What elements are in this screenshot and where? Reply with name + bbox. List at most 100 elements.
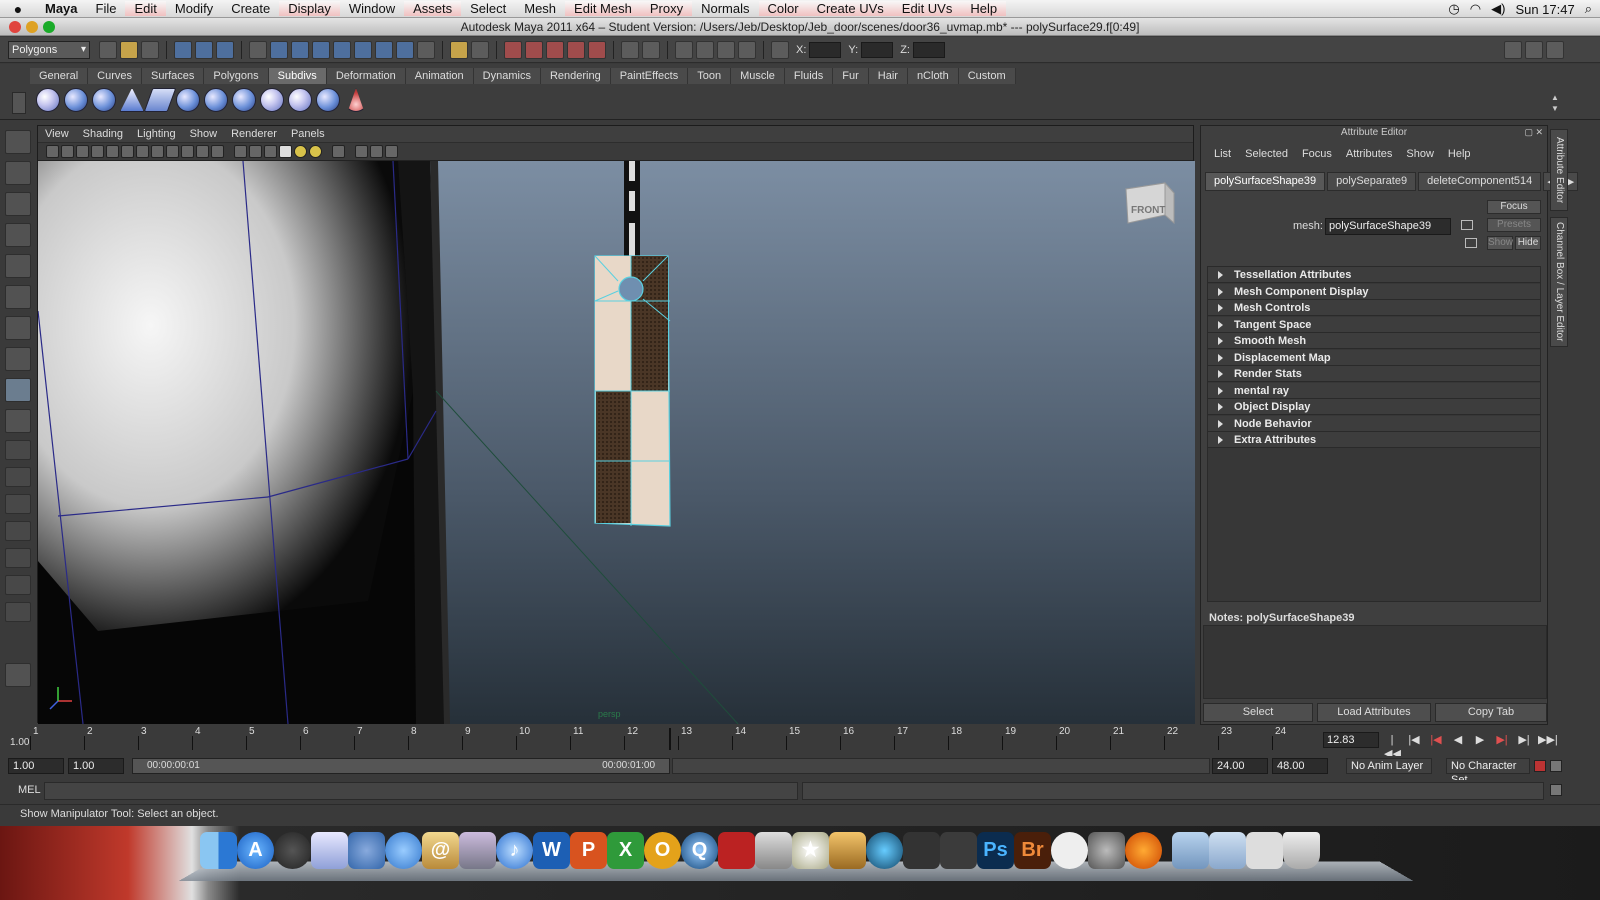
time-slider[interactable]: 1.00 1 2 3 4 5 6 7 8 9 10 11 12 13 14 15 16 17 18 19 20 21 22…: [8, 726, 1320, 750]
mask-rendering-icon[interactable]: [396, 40, 414, 59]
playback-end-field[interactable]: 24.00: [1212, 758, 1268, 774]
ae-menu-show[interactable]: Show: [1399, 146, 1441, 162]
spotlight-icon[interactable]: ⌕: [1585, 1, 1592, 17]
subdiv-poly-proxy-icon[interactable]: [316, 88, 340, 112]
textured-icon[interactable]: [279, 145, 292, 158]
menu-help[interactable]: Help: [961, 1, 1007, 16]
shelf-tab-toon[interactable]: Toon: [688, 68, 732, 84]
finder-icon[interactable]: [200, 832, 237, 869]
two-d-pan-icon[interactable]: [106, 145, 119, 158]
step-back-key-icon[interactable]: |◀: [1406, 733, 1422, 747]
select-button[interactable]: Select: [1203, 703, 1313, 722]
side-tab-attribute-editor[interactable]: Attribute Editor: [1550, 129, 1568, 211]
mask-surfaces-icon[interactable]: [333, 40, 351, 59]
folder-icon[interactable]: [1172, 832, 1209, 869]
node-tab-delete-component[interactable]: deleteComponent514: [1418, 172, 1542, 191]
subdiv-sculpt-icon[interactable]: [347, 88, 365, 112]
frame-mesh-component-display[interactable]: Mesh Component Display: [1208, 283, 1540, 300]
trash-icon[interactable]: [1283, 832, 1320, 869]
focus-button[interactable]: Focus: [1487, 200, 1541, 214]
xray-icon[interactable]: [355, 145, 368, 158]
menu-assets[interactable]: Assets: [404, 1, 462, 16]
shelf-menu-icon[interactable]: [12, 92, 26, 114]
subdiv-torus-icon[interactable]: [176, 88, 200, 112]
word-icon[interactable]: W: [533, 832, 570, 869]
menu-modify[interactable]: Modify: [166, 1, 222, 16]
subdiv-cube-icon[interactable]: [64, 88, 88, 112]
move-tool-icon[interactable]: [5, 223, 31, 247]
character-set-dropdown[interactable]: No Character Set: [1446, 758, 1530, 786]
playback-start-field[interactable]: 1.00: [68, 758, 124, 774]
go-to-end-icon[interactable]: ▶▶|: [1538, 733, 1558, 747]
quicktime-icon[interactable]: Q: [681, 832, 718, 869]
iphoto-icon[interactable]: [459, 832, 496, 869]
layout-single-icon[interactable]: [5, 440, 31, 460]
subdiv-refine-icon[interactable]: [260, 88, 284, 112]
layout-side-by-side-icon[interactable]: [5, 494, 31, 514]
dashboard-icon[interactable]: [274, 832, 311, 869]
shelf-tab-deformation[interactable]: Deformation: [326, 68, 406, 84]
excel-icon[interactable]: X: [607, 832, 644, 869]
select-object-icon[interactable]: [195, 40, 213, 59]
viewport-menu-shading[interactable]: Shading: [76, 126, 130, 142]
frame-smooth-mesh[interactable]: Smooth Mesh: [1208, 333, 1540, 349]
folder2-icon[interactable]: [1209, 832, 1246, 869]
mask-curves-icon[interactable]: [312, 40, 330, 59]
render-settings-icon[interactable]: [717, 40, 735, 59]
mesh-name-field[interactable]: polySurfaceShape39: [1325, 218, 1451, 235]
new-scene-icon[interactable]: [99, 40, 117, 59]
layout-persp-graph-icon[interactable]: [5, 521, 31, 541]
3d-scene[interactable]: FRONT persp: [38, 161, 1195, 724]
safe-action-icon[interactable]: [196, 145, 209, 158]
lock-selection-icon[interactable]: [450, 40, 468, 59]
step-forward-frame-icon[interactable]: ▶|: [1494, 733, 1510, 747]
copy-tab-button[interactable]: Copy Tab: [1435, 703, 1547, 722]
script-editor-icon[interactable]: [5, 663, 31, 687]
wifi-icon[interactable]: ◠: [1470, 1, 1481, 17]
ipr-render-icon[interactable]: [696, 40, 714, 59]
start-time-field[interactable]: 1.00: [8, 758, 64, 774]
select-component-icon[interactable]: [216, 40, 234, 59]
mask-dynamics-icon[interactable]: [375, 40, 393, 59]
menu-file[interactable]: File: [87, 1, 126, 16]
current-frame-field[interactable]: 12.83: [1323, 732, 1379, 748]
subdiv-plane-icon[interactable]: [143, 88, 177, 112]
maya2-icon[interactable]: [940, 832, 977, 869]
app-store-icon[interactable]: A: [237, 832, 274, 869]
show-manipulator-icon[interactable]: [5, 378, 31, 402]
end-time-field[interactable]: 48.00: [1272, 758, 1328, 774]
range-slider-track[interactable]: [672, 758, 1210, 774]
universal-manip-icon[interactable]: [5, 316, 31, 340]
safe-title-icon[interactable]: [211, 145, 224, 158]
viewport-menu-lighting[interactable]: Lighting: [130, 126, 183, 142]
ae-menu-selected[interactable]: Selected: [1238, 146, 1295, 162]
toggle-tool-settings-icon[interactable]: [1525, 41, 1543, 59]
rotate-tool-icon[interactable]: [5, 254, 31, 278]
show-button[interactable]: Show: [1487, 236, 1513, 250]
snap-plane-icon[interactable]: [567, 40, 585, 59]
shelf-tab-subdivs[interactable]: Subdivs: [268, 68, 327, 84]
apple-icon[interactable]: ●: [0, 1, 36, 17]
menu-select[interactable]: Select: [461, 1, 515, 16]
mask-joints-icon[interactable]: [291, 40, 309, 59]
hide-button[interactable]: Hide: [1515, 236, 1541, 250]
menu-create[interactable]: Create: [222, 1, 279, 16]
select-camera-icon[interactable]: [46, 145, 59, 158]
shelf-scroll-arrows[interactable]: ▲ ▼: [1550, 92, 1560, 114]
menu-proxy[interactable]: Proxy: [640, 1, 693, 16]
menu-edit[interactable]: Edit: [125, 1, 166, 16]
notes-field[interactable]: [1203, 625, 1547, 699]
snap-point-icon[interactable]: [546, 40, 564, 59]
resolution-gate-icon[interactable]: [151, 145, 164, 158]
frame-displacement-map[interactable]: Displacement Map: [1208, 349, 1540, 366]
mask-deformations-icon[interactable]: [354, 40, 372, 59]
viewport-menu-show[interactable]: Show: [183, 126, 225, 142]
wireframe-on-shaded-icon[interactable]: [264, 145, 277, 158]
menu-edit-mesh[interactable]: Edit Mesh: [565, 1, 641, 16]
menu-set-selector[interactable]: Polygons: [8, 40, 90, 59]
node-tab-separate[interactable]: polySeparate9: [1327, 172, 1417, 191]
maya-icon[interactable]: [903, 832, 940, 869]
mask-handles-icon[interactable]: [270, 40, 288, 59]
frame-extra-attributes[interactable]: Extra Attributes: [1208, 432, 1540, 448]
highlight-selection-icon[interactable]: [471, 40, 489, 59]
